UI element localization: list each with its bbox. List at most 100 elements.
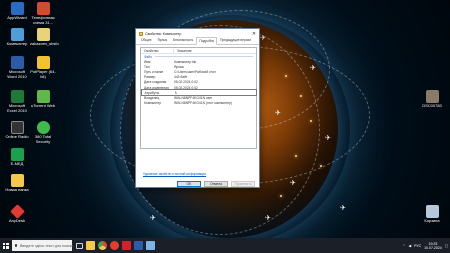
desktop-icon-utorrent[interactable]: uTorrent Web <box>30 90 56 109</box>
city-light <box>280 195 282 197</box>
desktop-icon-label: Телефонная схема 31... <box>31 15 55 25</box>
desktop-icon-label: Новая папка <box>5 187 29 192</box>
desktop-icon-potplayer[interactable]: PotPlayer (64-bit) <box>30 56 56 79</box>
document-icon <box>36 2 50 15</box>
desktop-icon-appwizard[interactable]: AppWizard <box>4 2 30 21</box>
tab-previous-versions[interactable]: Предыдущие версии <box>217 36 254 44</box>
desktop-icon-label: DSC00783 <box>422 103 442 108</box>
details-panel: Свойство Значение Файл Имя Компьютер.lnk… <box>140 47 257 149</box>
media-icon[interactable] <box>122 241 131 250</box>
language-indicator[interactable]: РУС <box>414 244 421 248</box>
desktop-icon-computer[interactable]: Компьютер <box>4 28 30 47</box>
city-light <box>320 165 322 167</box>
airplane-icon: ✈ <box>260 35 266 42</box>
desktop-icon-phone-scheme[interactable]: Телефонная схема 31... <box>30 2 56 25</box>
column-header-value[interactable]: Значение <box>174 49 192 53</box>
file-icon <box>36 28 50 41</box>
desktop-icon-anydesk[interactable]: AnyDesk <box>4 204 30 224</box>
desktop-icon-recycle-bin[interactable]: Корзина <box>419 205 445 224</box>
system-tray: ⌃ ◀ РУС 19:25 10.07.2024 ▢ <box>403 238 449 253</box>
desktop-icon-label: Microsoft Excel 2010 <box>7 103 27 113</box>
desktop-icon-word[interactable]: Microsoft Word 2010 <box>4 56 30 79</box>
city-light <box>285 75 287 77</box>
tab-shortcut[interactable]: Ярлык <box>154 36 170 44</box>
taskbar-apps <box>76 241 155 250</box>
desktop-icon-label: Online Radio <box>5 134 29 139</box>
utorrent-icon <box>36 90 50 103</box>
desktop-icon-label: Корзина <box>424 218 440 223</box>
property-value: WIN-N8NPF4KG41N user <box>174 95 213 100</box>
property-value: C:\Users\user\Рабочий стол <box>174 69 216 74</box>
shortcut-icon <box>139 31 143 36</box>
search-placeholder: Введите здесь текст для поиска <box>20 243 74 248</box>
word-icon <box>10 56 24 69</box>
cancel-button[interactable]: Отмена <box>204 181 228 187</box>
yandex-icon[interactable] <box>110 241 119 250</box>
desktop-icon-label: 360 Total Security <box>34 134 52 144</box>
window-icon[interactable] <box>146 241 155 250</box>
tab-details[interactable]: Подробно <box>196 36 218 45</box>
volume-icon[interactable]: ◀ <box>408 244 411 248</box>
radio-icon <box>10 121 24 134</box>
word-icon[interactable] <box>134 241 143 250</box>
folder-icon <box>10 174 24 187</box>
property-name: Имя <box>144 59 151 64</box>
property-value: Компьютер.lnk <box>174 59 197 64</box>
dialog-tabs: Общие Ярлык Безопасность Подробно Предыд… <box>136 36 259 45</box>
property-value: WIN-N8NPF4KG41N (этот компьютер) <box>174 101 232 106</box>
property-name: Размер <box>144 75 156 80</box>
desktop-icon-label: Microsoft Word 2010 <box>7 69 27 79</box>
taskbar: Введите здесь текст для поиска ⌃ ◀ РУС 1… <box>0 238 450 253</box>
desktop-icon-360-security[interactable]: 360 Total Security <box>30 121 56 144</box>
details-row[interactable]: Компьютер WIN-N8NPF4KG41N (этот компьюте… <box>141 101 256 106</box>
desktop-icon-excel[interactable]: Microsoft Excel 2010 <box>4 90 30 113</box>
dialog-buttons: OK Отмена Применить <box>177 181 255 187</box>
tab-general[interactable]: Общие <box>138 36 154 44</box>
airplane-icon: ✈ <box>275 110 281 117</box>
recycle-bin-icon <box>425 205 439 218</box>
airplane-icon: ✈ <box>310 65 316 72</box>
chrome-icon[interactable] <box>98 241 107 250</box>
clock-date: 10.07.2024 <box>424 245 442 250</box>
desktop-icon-new-folder[interactable]: Новая папка <box>4 174 30 193</box>
computer-icon <box>10 28 24 41</box>
windows-logo-icon <box>2 242 9 249</box>
property-value: 443 байт <box>174 75 188 80</box>
property-value: 05.02.2024 0:02 <box>174 85 198 90</box>
notifications-icon[interactable]: ▢ <box>445 244 448 248</box>
desktop-icon-label: Компьютер <box>6 41 28 46</box>
desktop-icon-label: E-МЕД <box>10 161 24 166</box>
chevron-up-icon[interactable]: ⌃ <box>403 244 406 248</box>
tab-security[interactable]: Безопасность <box>170 36 196 44</box>
start-button[interactable] <box>0 238 11 253</box>
airplane-icon: ✈ <box>340 205 346 212</box>
property-name: Путь к папке <box>144 69 164 74</box>
dialog-title: Свойства: Компьютер <box>145 31 182 36</box>
desktop-icon-zakazcen[interactable]: zakazcen_shsfo <box>30 28 59 47</box>
clock[interactable]: 19:25 10.07.2024 <box>424 242 442 250</box>
remove-properties-link[interactable]: Удаление свойств и личной информации <box>143 172 206 176</box>
property-value: A <box>174 90 177 95</box>
desktop-icon-label: zakazcen_shsfo <box>30 41 59 46</box>
property-name: Атрибуты <box>144 90 160 95</box>
property-name: Тип <box>144 64 150 69</box>
property-name: Компьютер <box>144 101 162 106</box>
airplane-icon: ✈ <box>265 215 271 222</box>
column-header-property[interactable]: Свойство <box>141 48 174 53</box>
search-icon <box>15 243 17 248</box>
desktop-icon-online-radio[interactable]: Online Radio <box>4 121 30 140</box>
property-name: Дата изменения <box>144 85 169 90</box>
desktop-icon-photo[interactable]: DSC00783 <box>419 90 445 109</box>
explorer-icon[interactable] <box>86 241 95 250</box>
excel-icon <box>10 90 24 103</box>
ok-button[interactable]: OK <box>177 181 201 187</box>
task-view-icon[interactable] <box>76 242 83 249</box>
city-light <box>300 95 302 97</box>
city-light <box>295 155 297 157</box>
taskbar-search[interactable]: Введите здесь текст для поиска <box>12 240 74 251</box>
potplayer-icon <box>36 56 50 69</box>
apply-button[interactable]: Применить <box>231 181 255 187</box>
desktop-icon-e-med[interactable]: E-МЕД <box>4 148 30 167</box>
airplane-icon: ✈ <box>150 215 156 222</box>
medical-icon <box>10 148 24 161</box>
